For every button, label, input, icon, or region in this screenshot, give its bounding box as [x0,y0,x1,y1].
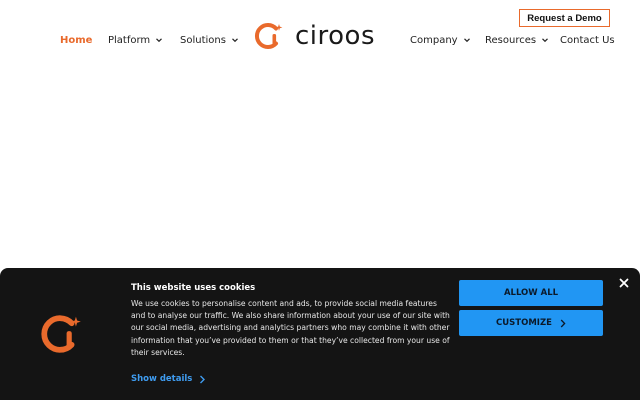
allow-all-button[interactable]: ALLOW ALL [459,280,603,306]
chevron-right-icon [560,319,566,327]
nav-company-label: Company [410,34,458,46]
cookie-title: This website uses cookies [131,283,256,293]
nav-company[interactable]: Company [410,33,471,47]
allow-all-label: ALLOW ALL [503,288,559,298]
nav-home[interactable]: Home [60,33,92,47]
nav-contact-us-label: Contact Us [560,34,615,46]
nav-solutions[interactable]: Solutions [180,33,239,47]
request-demo-button[interactable]: Request a Demo [519,9,610,27]
logo-wordmark: ciroos [295,21,375,51]
chevron-down-icon [232,38,238,43]
page: Request a Demo Home Platform Solutions c… [0,0,640,400]
chevron-down-icon [542,38,549,43]
nav-contact-us[interactable]: Contact Us [560,33,615,47]
nav-solutions-label: Solutions [180,34,226,46]
nav-platform[interactable]: Platform [108,33,163,47]
chevron-down-icon [156,38,163,43]
nav-resources-label: Resources [485,34,537,46]
show-details-label: Show details [131,374,193,384]
customize-button[interactable]: CUSTOMIZE [459,310,603,336]
chevron-down-icon [463,38,470,43]
cookie-description: We use cookies to personalise content an… [131,299,450,357]
customize-label: CUSTOMIZE [496,318,552,328]
ciroos-logo-icon [41,315,81,353]
nav-platform-label: Platform [108,34,151,46]
close-icon[interactable] [617,276,631,290]
site-logo[interactable]: ciroos [254,20,375,52]
chevron-right-icon [200,375,206,383]
nav-resources[interactable]: Resources [485,33,549,47]
nav-home-label: Home [60,34,93,46]
ciroos-logo-icon [254,23,283,49]
show-details-link[interactable]: Show details [131,374,206,384]
